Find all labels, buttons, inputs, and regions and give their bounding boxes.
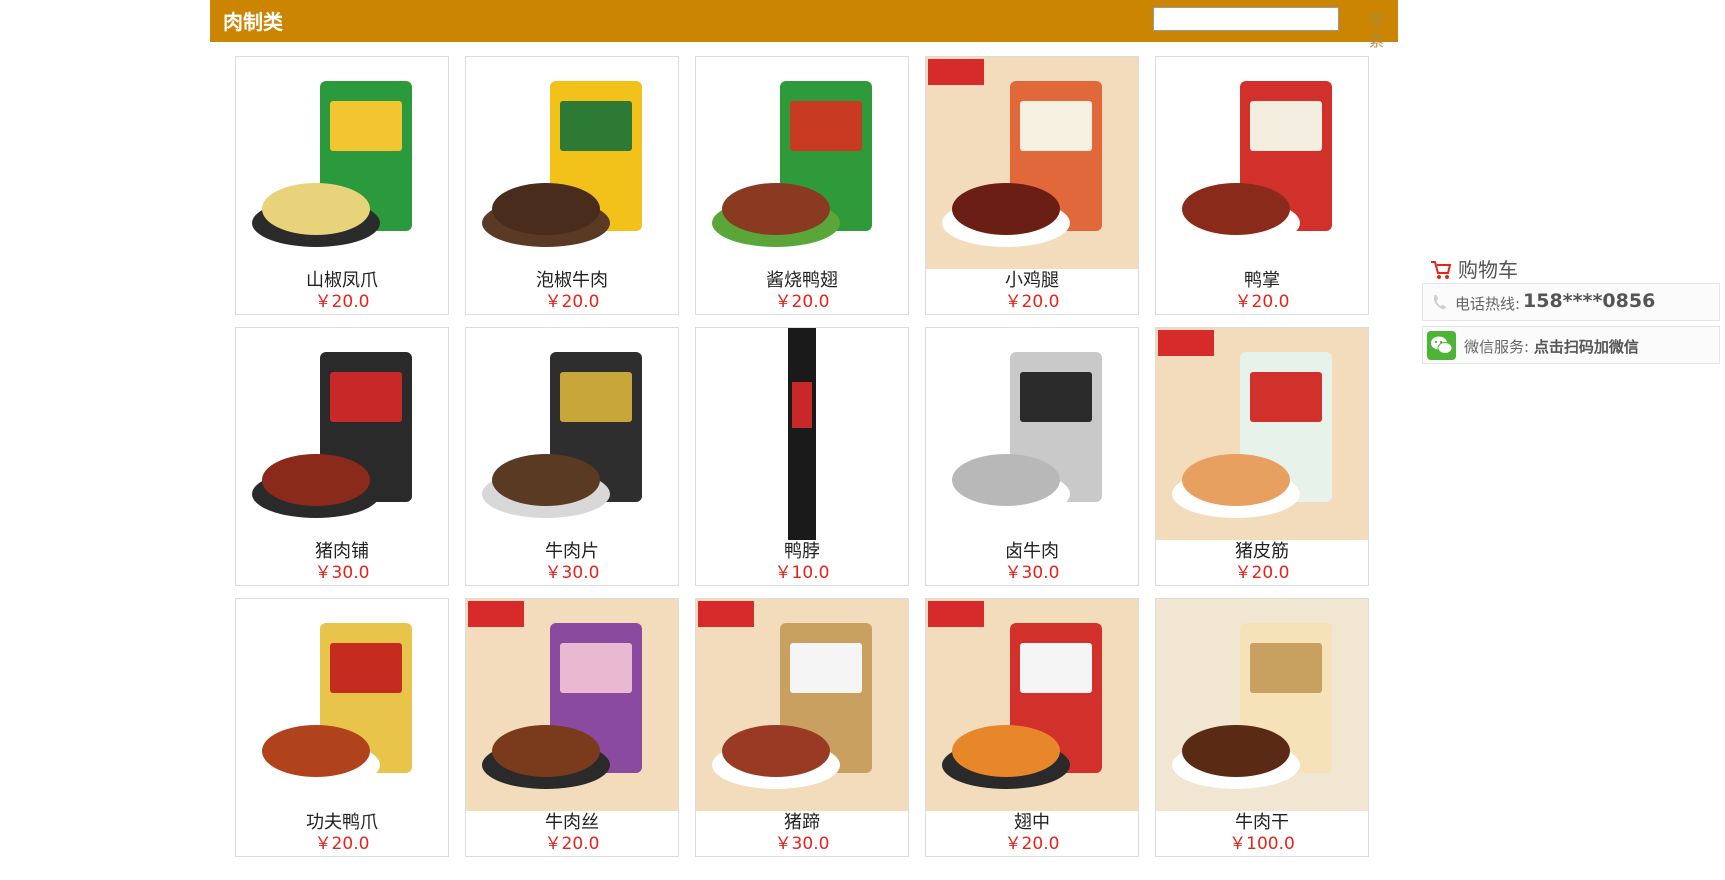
product-name[interactable]: 猪肉铺 [236,540,448,564]
product-name[interactable]: 猪蹄 [696,811,908,835]
hotline-label: 电话热线: [1455,295,1521,313]
product-price: ￥20.0 [314,292,370,312]
product-image[interactable] [696,328,908,540]
product-price: ￥30.0 [314,563,370,583]
product-card[interactable]: 翅中 ￥20.0 [925,598,1139,857]
product-card[interactable]: 猪皮筋 ￥20.0 [1155,327,1369,586]
phone-icon [1434,294,1446,310]
product-card[interactable]: 牛肉片 ￥30.0 [465,327,679,586]
product-image[interactable] [466,328,678,540]
product-price: ￥10.0 [774,563,830,583]
product-card[interactable]: 牛肉干 ￥100.0 [1155,598,1369,857]
product-name[interactable]: 牛肉片 [466,540,678,564]
wechat-text: 微信服务: 点击扫码加微信 [1464,336,1639,357]
product-image[interactable] [926,57,1138,269]
product-card[interactable]: 卤牛肉 ￥30.0 [925,327,1139,586]
product-name[interactable]: 小鸡腿 [926,269,1138,293]
product-name[interactable]: 猪皮筋 [1156,540,1368,564]
product-card[interactable]: 泡椒牛肉 ￥20.0 [465,56,679,315]
product-price: ￥20.0 [314,834,370,854]
product-name[interactable]: 牛肉干 [1156,811,1368,835]
product-image[interactable] [1156,328,1368,540]
product-price: ￥20.0 [544,292,600,312]
product-price: ￥20.0 [544,834,600,854]
product-image[interactable] [236,57,448,269]
product-image[interactable] [696,57,908,269]
product-price: ￥20.0 [774,292,830,312]
product-card[interactable]: 猪蹄 ￥30.0 [695,598,909,857]
product-price: ￥20.0 [1004,292,1060,312]
product-name[interactable]: 泡椒牛肉 [466,269,678,293]
product-price: ￥20.0 [1234,563,1290,583]
cart-label: 购物车 [1458,258,1518,282]
product-card[interactable]: 鸭掌 ￥20.0 [1155,56,1369,315]
product-image[interactable] [466,599,678,811]
product-image[interactable] [466,57,678,269]
product-name[interactable]: 翅中 [926,811,1138,835]
search-button[interactable]: 搜索 [1369,9,1398,51]
search-input[interactable] [1153,7,1339,31]
product-card[interactable]: 酱烧鸭翅 ￥20.0 [695,56,909,315]
product-image[interactable] [236,328,448,540]
product-card[interactable]: 牛肉丝 ￥20.0 [465,598,679,857]
product-name[interactable]: 功夫鸭爪 [236,811,448,835]
product-card[interactable]: 小鸡腿 ￥20.0 [925,56,1139,315]
hotline-number: 158****0856 [1523,290,1656,312]
product-image[interactable] [1156,599,1368,811]
product-image[interactable] [696,599,908,811]
product-name[interactable]: 牛肉丝 [466,811,678,835]
product-name[interactable]: 鸭掌 [1156,269,1368,293]
wechat-label: 微信服务: [1464,338,1530,356]
cart-icon [1431,261,1452,279]
product-price: ￥20.0 [1234,292,1290,312]
product-name[interactable]: 酱烧鸭翅 [696,269,908,293]
product-card[interactable]: 功夫鸭爪 ￥20.0 [235,598,449,857]
category-title: 肉制类 [223,10,283,34]
wechat-action[interactable]: 点击扫码加微信 [1534,338,1639,356]
product-price: ￥30.0 [544,563,600,583]
product-price: ￥100.0 [1229,834,1295,854]
product-card[interactable]: 鸭脖 ￥10.0 [695,327,909,586]
product-name[interactable]: 卤牛肉 [926,540,1138,564]
product-name[interactable]: 山椒凤爪 [236,269,448,293]
product-image[interactable] [236,599,448,811]
product-image[interactable] [926,328,1138,540]
product-price: ￥30.0 [1004,563,1060,583]
category-header: 肉制类 搜索 [210,0,1398,50]
product-image[interactable] [1156,57,1368,269]
cart-link[interactable]: 购物车 [1430,254,1518,283]
product-image[interactable] [926,599,1138,811]
product-name[interactable]: 鸭脖 [696,540,908,564]
hotline-box: 电话热线: 158****0856 [1422,283,1720,321]
product-price: ￥20.0 [1004,834,1060,854]
wechat-icon [1427,331,1456,360]
product-card[interactable]: 山椒凤爪 ￥20.0 [235,56,449,315]
product-price: ￥30.0 [774,834,830,854]
product-card[interactable]: 猪肉铺 ￥30.0 [235,327,449,586]
wechat-box[interactable]: 微信服务: 点击扫码加微信 [1422,326,1720,364]
